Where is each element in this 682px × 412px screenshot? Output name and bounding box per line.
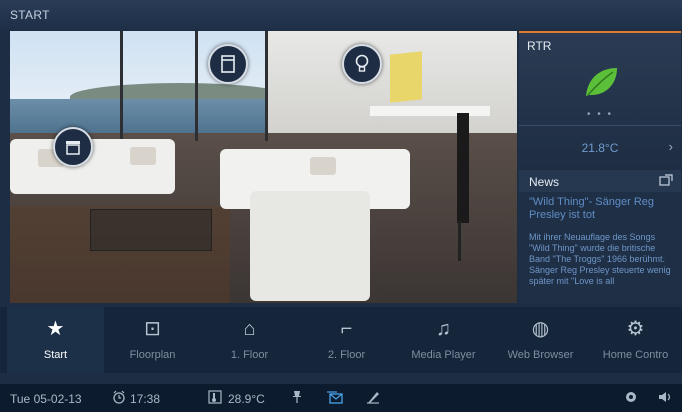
nav-item-media-player[interactable]: ♫ Media Player	[395, 307, 492, 373]
room-temperature: 21.8°C	[581, 141, 619, 155]
window-icon[interactable]	[208, 44, 248, 84]
nav-item-label: Home Contro	[602, 349, 669, 361]
divider	[519, 125, 681, 126]
scene-pillow	[130, 147, 156, 165]
scene-window-frame	[120, 31, 123, 141]
chevron-right-icon[interactable]: ›	[669, 139, 673, 154]
page-indicator: • • •	[586, 109, 614, 120]
nav-item-web-browser[interactable]: ◍ Web Browser	[492, 307, 589, 373]
media-player-icon: ♫	[436, 318, 451, 340]
nav-item-label: Media Player	[411, 349, 476, 361]
scene-shelf	[370, 106, 490, 116]
stairs-icon: ⌐	[340, 318, 353, 340]
settings-icon[interactable]	[624, 390, 638, 407]
scene-speaker-stand	[458, 221, 461, 261]
expand-icon[interactable]	[659, 174, 673, 189]
blinds-icon[interactable]	[53, 127, 93, 167]
eco-leaf-icon	[586, 68, 617, 96]
scene-sea	[10, 99, 280, 133]
alarm-time: 17:38	[130, 392, 161, 406]
news-body: Mit ihrer Neuauflage des Songs "Wild Thi…	[529, 232, 671, 286]
nav-item-home-control[interactable]: ⚙ Home Contro	[589, 307, 682, 373]
nav-item-label: Floorplan	[129, 349, 176, 361]
floorplan-icon: ⊡	[144, 318, 161, 340]
scene-pillow	[310, 157, 336, 175]
globe-icon: ◍	[531, 318, 550, 340]
nav-item-1-floor[interactable]: ⌂ 1. Floor	[201, 307, 298, 373]
house-icon: ⌂	[243, 318, 256, 340]
outside-thermometer-icon	[208, 390, 222, 407]
scene-sofa-chaise	[250, 191, 370, 301]
nav-item-label: 1. Floor	[230, 349, 269, 361]
nav-item-label: Start	[43, 349, 68, 361]
news-headline[interactable]: "Wild Thing"- Sänger Reg Presley ist tot	[529, 196, 675, 222]
bottom-nav: ★ Start ⊡ Floorplan ⌂ 1. Floor ⌐ 2. Floo…	[0, 307, 682, 373]
scene-artwork	[390, 51, 422, 103]
status-bar: Tue 05-02-13 17:38 28.9°C	[0, 384, 682, 412]
nav-item-start[interactable]: ★ Start	[7, 307, 104, 373]
scene-window-frame	[195, 31, 198, 141]
outside-temperature: 28.9°C	[228, 392, 265, 406]
news-label: News	[529, 175, 560, 189]
scene-window-frame	[265, 31, 268, 141]
nav-item-floorplan[interactable]: ⊡ Floorplan	[104, 307, 201, 373]
star-icon: ★	[46, 318, 65, 340]
room-visualization	[10, 31, 517, 303]
scene-coffee-table	[90, 209, 212, 251]
nav-item-2-floor[interactable]: ⌐ 2. Floor	[298, 307, 395, 373]
nav-item-label: Web Browser	[507, 349, 574, 361]
rtr-widget[interactable]: RTR • • • 21.8°C ›	[519, 31, 681, 170]
pin-icon[interactable]	[292, 390, 302, 407]
title-bar: START	[0, 0, 682, 30]
news-header: News	[519, 170, 681, 192]
date-display: Tue 05-02-13	[10, 392, 82, 406]
light-bulb-icon[interactable]	[342, 44, 382, 84]
news-widget[interactable]: News "Wild Thing"- Sänger Reg Presley is…	[519, 170, 681, 303]
scene-speaker	[457, 113, 469, 223]
alarm-clock-icon[interactable]	[112, 390, 126, 407]
app-frame: START RTR • • • 21.8°C › News "Wild Thin…	[0, 0, 682, 412]
gear-calendar-icon: ⚙	[626, 318, 645, 340]
page-title: START	[10, 8, 50, 22]
speaker-volume-icon[interactable]	[658, 390, 674, 407]
message-icon[interactable]	[326, 390, 344, 407]
notes-icon[interactable]	[366, 390, 380, 407]
nav-item-label: 2. Floor	[327, 349, 366, 361]
rtr-label: RTR	[527, 39, 552, 53]
